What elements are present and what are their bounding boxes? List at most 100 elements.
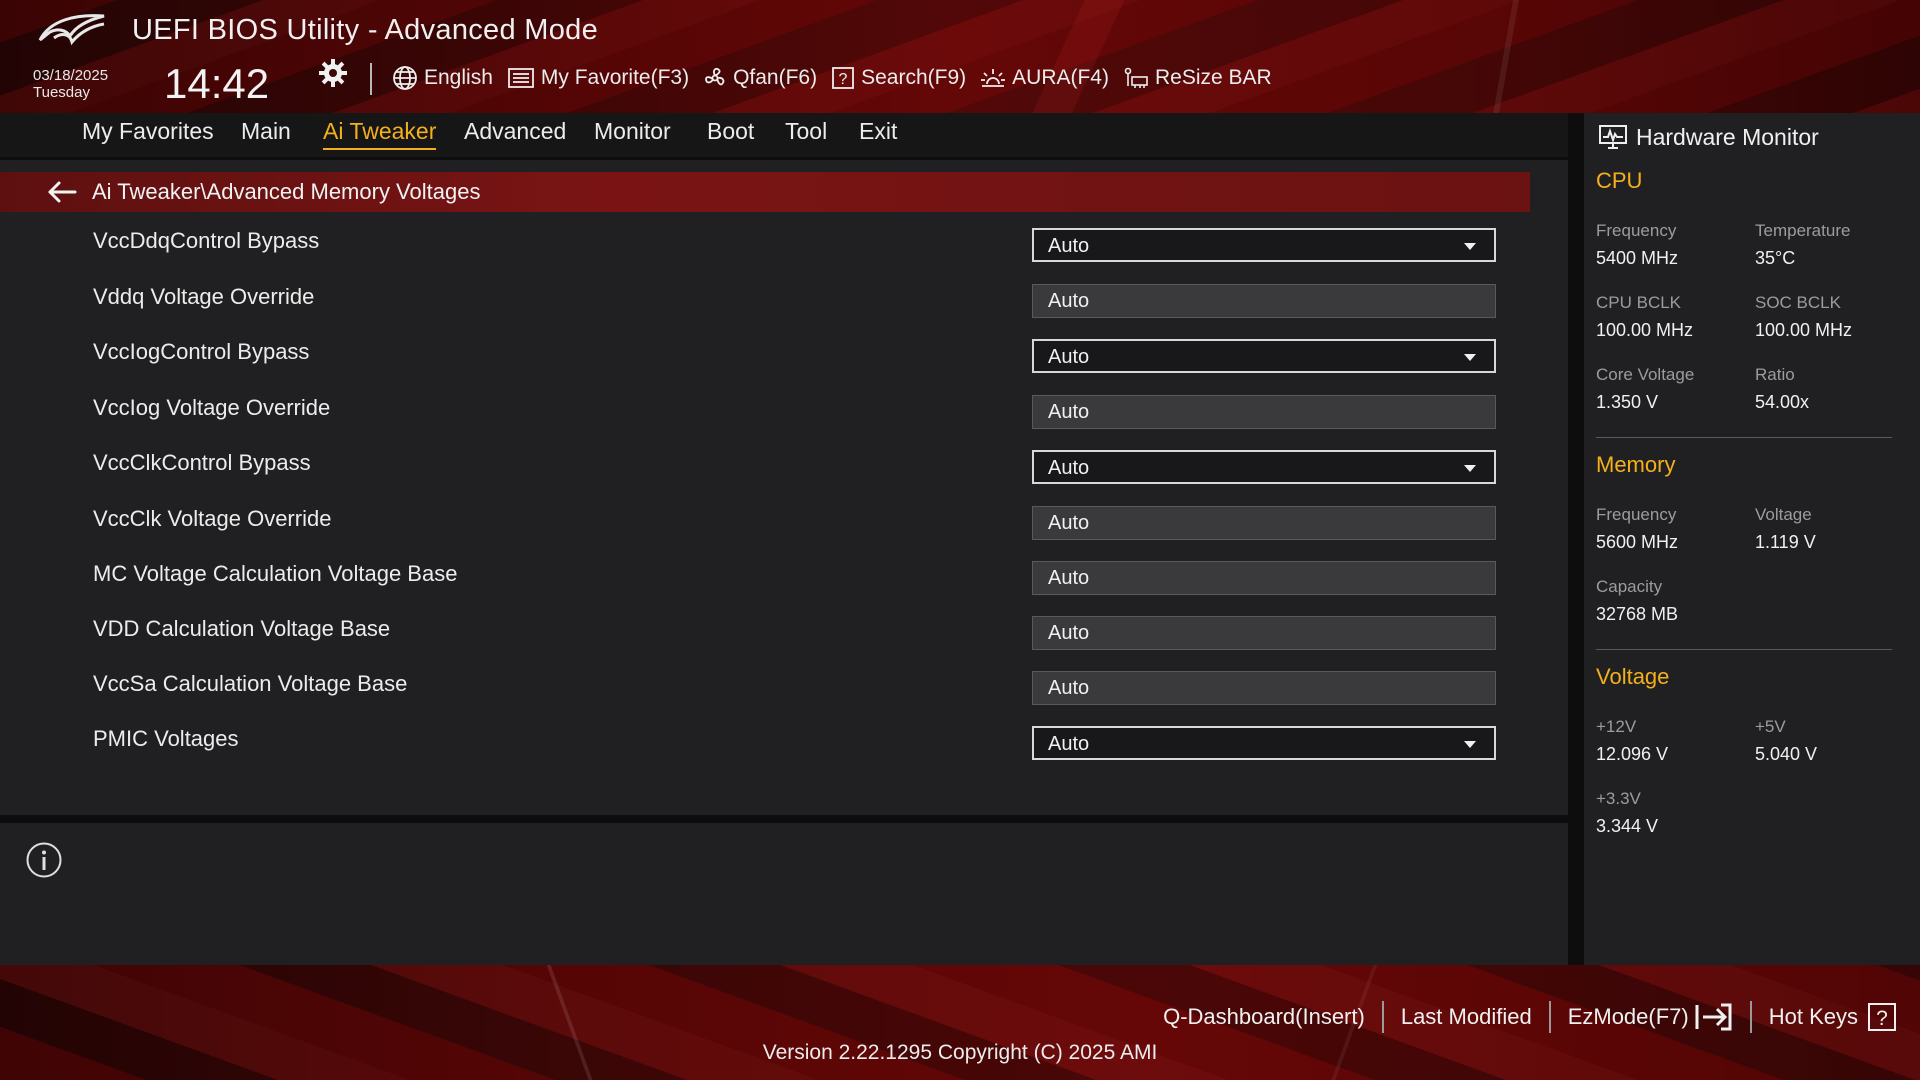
caret-down-icon (1464, 243, 1476, 250)
setting-label: VccClkControl Bypass (93, 450, 311, 475)
mc-voltage-calculation-base-field[interactable]: Auto (1032, 561, 1496, 595)
fan-icon (705, 67, 725, 86)
dropdown-value: Auto (1048, 235, 1090, 257)
memory-frequency-label: Frequency (1596, 505, 1677, 524)
vdd-calculation-base-field[interactable]: Auto (1032, 616, 1496, 650)
breadcrumb-path: Ai Tweaker\Advanced Memory Voltages (92, 179, 481, 204)
tab-advanced[interactable]: Advanced (464, 118, 566, 148)
search-button[interactable]: ? Search(F9) (831, 66, 966, 90)
setting-label: Vddq Voltage Override (93, 284, 315, 309)
settings-panel: Ai Tweaker\Advanced Memory Voltages VccD… (0, 160, 1568, 815)
header-bar: UEFI BIOS Utility - Advanced Mode 03/18/… (0, 0, 1920, 113)
q-dashboard-button[interactable]: Q-Dashboard(Insert) (1163, 1004, 1365, 1030)
ezmode-button[interactable]: EzMode(F7) (1568, 1002, 1733, 1032)
main-tabs: My Favorites Main Ai Tweaker Advanced Mo… (0, 113, 1568, 157)
version-text: Version 2.22.1295 Copyright (C) 2025 AMI (762, 1041, 1158, 1064)
date-text: 03/18/2025 (33, 67, 109, 84)
tab-tool[interactable]: Tool (785, 118, 827, 148)
toolbar: English My Favorite(F3) Qfan(F6) ? Searc… (392, 62, 1286, 94)
resize-bar-label: ReSize BAR (1154, 66, 1272, 89)
resize-bar-button[interactable]: ReSize BAR (1123, 66, 1272, 90)
setting-label: MC Voltage Calculation Voltage Base (93, 561, 458, 586)
vccclkcontrol-bypass-dropdown[interactable]: Auto (1032, 450, 1496, 484)
v33-label: +3.3V (1596, 789, 1641, 808)
cpu-bclk-label: CPU BCLK (1596, 293, 1682, 312)
app-title: UEFI BIOS Utility - Advanced Mode (132, 14, 599, 46)
header-divider (370, 63, 372, 95)
setting-row-vccsa-calculation-base: VccSa Calculation Voltage Base Auto (0, 669, 1530, 709)
v5-label: +5V (1755, 717, 1786, 736)
memory-capacity-label: Capacity (1596, 577, 1663, 596)
hardware-monitor-panel: Hardware Monitor CPU Frequency 5400 MHz … (1584, 113, 1920, 965)
search-label: Search(F9) (861, 66, 967, 89)
memory-section-title: Memory (1596, 452, 1676, 477)
tab-exit[interactable]: Exit (859, 118, 897, 148)
hardware-monitor-title: Hardware Monitor (1636, 123, 1819, 150)
ezmode-label: EzMode(F7) (1567, 1004, 1689, 1029)
caret-down-icon (1464, 354, 1476, 361)
tab-main[interactable]: Main (241, 118, 291, 148)
tab-monitor[interactable]: Monitor (594, 118, 671, 148)
globe-icon (393, 66, 417, 90)
setting-row-pmic-voltages: PMIC Voltages Auto (0, 724, 1530, 764)
vccsa-calculation-base-field[interactable]: Auto (1032, 671, 1496, 705)
caret-down-icon (1464, 741, 1476, 748)
qfan-button[interactable]: Qfan(F6) (703, 66, 817, 90)
date-display[interactable]: 03/18/2025 Tuesday (33, 67, 108, 101)
memory-capacity-value: 32768 MB (1596, 604, 1679, 624)
voltage-section-title: Voltage (1596, 664, 1670, 689)
cpu-frequency-value: 5400 MHz (1596, 248, 1679, 268)
setting-row-vccclk-voltage-override: VccClk Voltage Override Auto (0, 504, 1530, 544)
setting-row-vccddqcontrol-bypass: VccDdqControl Bypass Auto (0, 226, 1530, 266)
tab-ai-tweaker[interactable]: Ai Tweaker (323, 118, 437, 150)
vddq-voltage-override-field[interactable]: Auto (1032, 284, 1496, 318)
cpu-bclk-value: 100.00 MHz (1596, 320, 1694, 340)
setting-label: VccClk Voltage Override (93, 506, 332, 531)
my-favorite-button[interactable]: My Favorite(F3) (507, 66, 689, 90)
vccddqcontrol-bypass-dropdown[interactable]: Auto (1032, 228, 1496, 262)
help-info-panel (0, 823, 1568, 965)
core-voltage-label: Core Voltage (1596, 365, 1695, 384)
dropdown-value: Auto (1048, 733, 1090, 755)
setting-row-vcciogcontrol-bypass: VccIogControl Bypass Auto (0, 337, 1530, 377)
v5-value: 5.040 V (1755, 744, 1818, 764)
setting-row-vdd-calculation-base: VDD Calculation Voltage Base Auto (0, 614, 1530, 654)
setting-row-vddq-voltage-override: Vddq Voltage Override Auto (0, 282, 1530, 322)
setting-row-vcciog-voltage-override: VccIog Voltage Override Auto (0, 393, 1530, 433)
vcciog-voltage-override-field[interactable]: Auto (1032, 395, 1496, 429)
v12-value: 12.096 V (1596, 744, 1669, 764)
my-favorite-label: My Favorite(F3) (540, 66, 690, 89)
cpu-frequency-label: Frequency (1596, 221, 1677, 240)
aura-button[interactable]: AURA(F4) (980, 66, 1109, 90)
pmic-voltages-dropdown[interactable]: Auto (1032, 726, 1496, 760)
aura-light-icon (981, 69, 1006, 87)
favorite-list-icon (507, 68, 534, 88)
search-help-icon: ? (832, 67, 855, 89)
rog-logo-icon (38, 14, 105, 46)
footer-divider (1749, 1001, 1752, 1033)
vcciogcontrol-bypass-dropdown[interactable]: Auto (1032, 339, 1496, 373)
language-label: English (424, 66, 493, 89)
cpu-temperature-value: 35°C (1755, 248, 1796, 268)
vccclk-voltage-override-field[interactable]: Auto (1032, 506, 1496, 540)
section-divider (1596, 649, 1892, 650)
memory-voltage-label: Voltage (1755, 505, 1812, 524)
back-arrow-icon[interactable] (46, 180, 78, 204)
dropdown-value: Auto (1048, 457, 1090, 479)
soc-bclk-label: SOC BCLK (1755, 293, 1841, 312)
footer-divider (1548, 1001, 1551, 1033)
day-text: Tuesday (33, 84, 90, 101)
hot-keys-button[interactable]: Hot Keys ? (1769, 1002, 1900, 1032)
footer-bar: Q-Dashboard(Insert) Last Modified EzMode… (0, 965, 1920, 1080)
last-modified-button[interactable]: Last Modified (1401, 1004, 1532, 1030)
aura-label: AURA(F4) (1012, 66, 1109, 89)
setting-label: VDD Calculation Voltage Base (93, 616, 391, 641)
tab-boot[interactable]: Boot (707, 118, 754, 148)
tab-my-favorites[interactable]: My Favorites (82, 118, 214, 148)
clock-display[interactable]: 14:42 (164, 60, 269, 108)
setting-label: VccIogControl Bypass (93, 339, 310, 364)
hardware-monitor-header: Hardware Monitor (1598, 119, 1819, 155)
setting-label: VccIog Voltage Override (93, 395, 331, 420)
gear-icon[interactable] (318, 58, 348, 88)
language-button[interactable]: English (392, 65, 493, 91)
